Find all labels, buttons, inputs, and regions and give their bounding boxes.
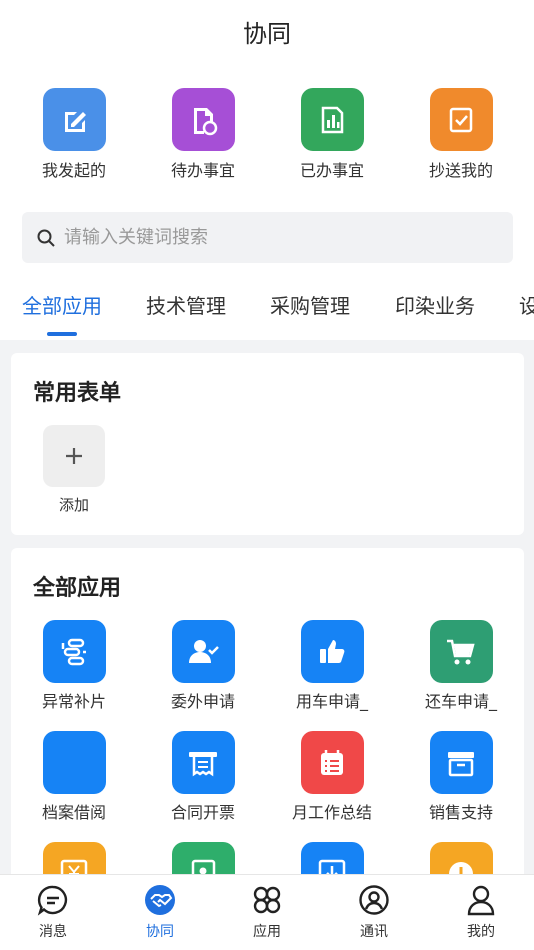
search-input[interactable] bbox=[64, 227, 484, 248]
bottom-nav: 消息 协同 应用 通讯 我的 bbox=[0, 874, 534, 950]
page-title: 协同 bbox=[243, 20, 291, 48]
app-label: 委外申请 bbox=[170, 692, 235, 711]
app-item[interactable]: 合同开票 bbox=[148, 731, 258, 823]
nav-profile[interactable]: 我的 bbox=[441, 883, 521, 941]
active-tab-indicator bbox=[47, 332, 77, 336]
quick-action-done[interactable]: 已办事宜 bbox=[277, 88, 387, 181]
app-item[interactable]: 异常补片 bbox=[19, 620, 129, 712]
plus-icon bbox=[66, 448, 82, 464]
quick-action-initiated[interactable]: 我发起的 bbox=[19, 88, 129, 181]
receipt-icon bbox=[171, 731, 235, 794]
app-label: 月工作总结 bbox=[291, 803, 372, 822]
contacts-icon bbox=[357, 883, 391, 917]
app-label: 合同开票 bbox=[170, 803, 235, 822]
common-forms-card: 常用表单 添加 bbox=[11, 353, 524, 535]
tab-all-apps[interactable]: 全部应用 bbox=[22, 290, 102, 319]
app-label: 用车申请_ bbox=[295, 692, 368, 711]
tab-dyeing[interactable]: 印染业务 bbox=[395, 290, 475, 319]
user-check-icon bbox=[171, 620, 235, 683]
apps-icon bbox=[250, 883, 284, 917]
box-icon bbox=[429, 731, 493, 794]
quick-action-label: 抄送我的 bbox=[428, 161, 493, 180]
checkbox-icon bbox=[429, 88, 493, 151]
app-label: 档案借阅 bbox=[41, 803, 106, 822]
nav-collaboration[interactable]: 协同 bbox=[120, 883, 200, 941]
message-icon bbox=[36, 883, 70, 917]
all-apps-title: 全部应用 bbox=[33, 576, 122, 601]
quick-action-label: 待办事宜 bbox=[170, 161, 235, 180]
quick-action-label: 我发起的 bbox=[41, 161, 106, 180]
quick-action-pending[interactable]: 待办事宜 bbox=[148, 88, 258, 181]
tab-purchasing[interactable]: 采购管理 bbox=[270, 290, 350, 319]
nav-label: 通讯 bbox=[360, 924, 388, 940]
quick-action-label: 已办事宜 bbox=[299, 161, 364, 180]
add-form-label: 添加 bbox=[58, 496, 89, 514]
nav-label: 消息 bbox=[39, 924, 67, 940]
app-item[interactable]: 月工作总结 bbox=[277, 731, 387, 823]
nav-label: 协同 bbox=[146, 924, 174, 940]
calendar-list-icon bbox=[300, 731, 364, 794]
add-form-button[interactable] bbox=[43, 425, 105, 487]
app-item[interactable]: 销售支持 bbox=[406, 731, 516, 823]
search-icon bbox=[37, 229, 55, 247]
profile-icon bbox=[464, 883, 498, 917]
search-bar[interactable] bbox=[22, 212, 513, 263]
pending-doc-icon bbox=[171, 88, 235, 151]
chart-doc-icon bbox=[300, 88, 364, 151]
nav-contacts[interactable]: 通讯 bbox=[334, 883, 414, 941]
app-label: 销售支持 bbox=[428, 803, 493, 822]
app-item[interactable]: 档案借阅 bbox=[19, 731, 129, 823]
app-item[interactable]: 用车申请_ bbox=[277, 620, 387, 712]
all-apps-card: 全部应用 异常补片 委外申请 用车申请_ 还车申请_ 档案借阅 合同开票 月工作… bbox=[11, 548, 524, 905]
nav-messages[interactable]: 消息 bbox=[13, 883, 93, 941]
edit-icon bbox=[42, 88, 106, 151]
app-label: 异常补片 bbox=[41, 692, 106, 711]
quick-action-cc[interactable]: 抄送我的 bbox=[406, 88, 516, 181]
app-label: 还车申请_ bbox=[424, 692, 497, 711]
app-item[interactable]: 委外申请 bbox=[148, 620, 258, 712]
tab-tech-management[interactable]: 技术管理 bbox=[146, 290, 226, 319]
top-section: 协同 我发起的 待办事宜 已办事宜 抄送我的 请输入关键词搜索 全部应用 技术管… bbox=[0, 0, 534, 340]
nav-label: 我的 bbox=[467, 924, 495, 940]
handshake-icon bbox=[143, 883, 177, 917]
nav-label: 应用 bbox=[253, 924, 281, 940]
tab-settings-partial[interactable]: 设 bbox=[519, 290, 534, 319]
flow-icon bbox=[42, 620, 106, 683]
category-tabs: 全部应用 技术管理 采购管理 印染业务 设 bbox=[0, 290, 534, 340]
thumbs-up-icon bbox=[300, 620, 364, 683]
quick-actions: 我发起的 待办事宜 已办事宜 抄送我的 bbox=[0, 88, 534, 188]
app-item[interactable]: 还车申请_ bbox=[406, 620, 516, 712]
nav-apps[interactable]: 应用 bbox=[227, 883, 307, 941]
common-forms-title: 常用表单 bbox=[33, 381, 122, 406]
cart-icon bbox=[429, 620, 493, 683]
archive-blank-icon bbox=[42, 731, 106, 794]
